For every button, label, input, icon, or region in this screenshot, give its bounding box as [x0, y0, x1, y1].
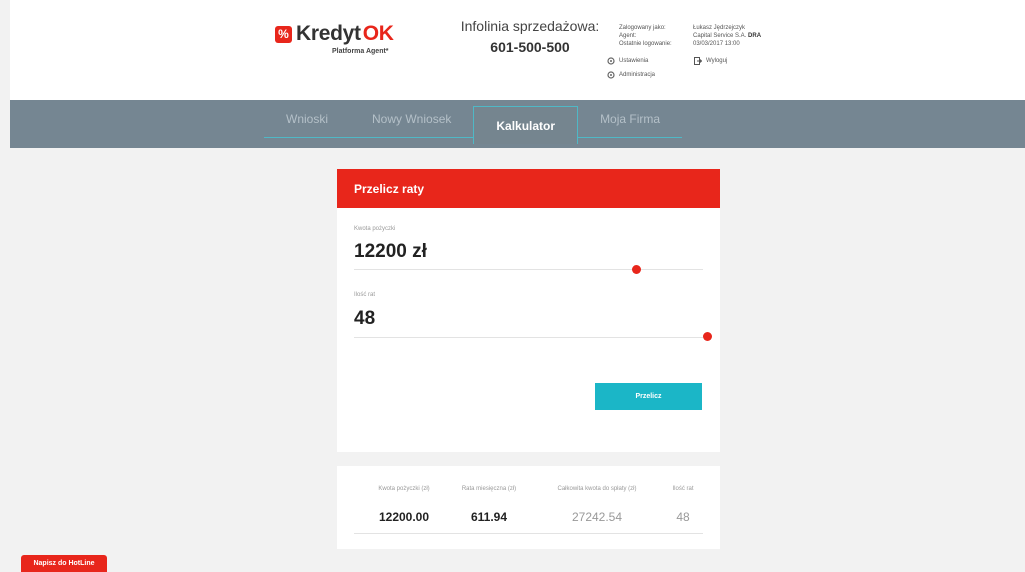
result-value: 12200.00	[378, 510, 430, 524]
installments-value: 48	[354, 308, 376, 329]
result-amount: Kwota pożyczki (zł) 12200.00	[354, 486, 454, 524]
admin-link[interactable]: Administracja	[607, 71, 655, 79]
logged-as-label: Zalogowany jako:	[619, 25, 666, 31]
result-header: Kwota pożyczki (zł)	[378, 486, 430, 492]
result-installments: Ilość rat 48	[659, 486, 707, 524]
divider	[354, 533, 703, 534]
sales-hotline: Infolinia sprzedażowa: 601-500-500	[450, 18, 610, 55]
results-card: Kwota pożyczki (zł) 12200.00 Rata miesię…	[337, 466, 720, 549]
settings-link[interactable]: Ustawienia	[607, 57, 655, 65]
hotline-label: Infolinia sprzedażowa:	[460, 18, 600, 34]
logo-subtitle: Platforma Agent*	[332, 48, 389, 55]
amount-label: Kwota pożyczki	[354, 226, 396, 232]
logged-as-value: Łukasz Jędrzejczyk	[693, 25, 746, 31]
user-links: Ustawienia Administracja	[607, 57, 655, 85]
result-monthly: Rata miesięczna (zł) 611.94	[444, 486, 534, 524]
last-login-value: 03/03/2017 13:00	[693, 41, 740, 47]
tab-wnioski[interactable]: Wnioski	[264, 100, 351, 138]
amount-slider-handle[interactable]	[632, 265, 641, 274]
logo[interactable]: % KredytOK Platforma Agent*	[275, 22, 394, 55]
amount-value: 12200 zł	[354, 241, 427, 262]
hotline-number: 601-500-500	[490, 39, 570, 55]
result-total: Całkowita kwota do spłaty (zł) 27242.54	[537, 486, 657, 524]
header: % KredytOK Platforma Agent* Infolinia sp…	[10, 0, 1025, 100]
result-value: 48	[676, 510, 690, 524]
percent-logo-icon: %	[275, 25, 292, 43]
logout-link[interactable]: Wyloguj	[694, 57, 727, 65]
installments-slider-track[interactable]	[354, 337, 703, 338]
main-nav: Wnioski Nowy Wniosek Kalkulator Moja Fir…	[10, 100, 1025, 148]
tab-nowy-wniosek[interactable]: Nowy Wniosek	[350, 100, 474, 138]
installments-label: Ilość rat	[354, 292, 376, 298]
result-header: Całkowita kwota do spłaty (zł)	[557, 486, 637, 492]
calculator-card: Przelicz raty Kwota pożyczki 12200 zł Il…	[337, 169, 720, 452]
last-login-label: Ostatnie logowanie:	[619, 41, 672, 47]
result-header: Rata miesięczna (zł)	[461, 486, 517, 492]
logout-icon	[694, 57, 702, 65]
agent-value: Capital Service S.A. DRA	[693, 33, 762, 39]
result-value: 611.94	[470, 510, 508, 524]
gear-icon	[607, 57, 615, 65]
user-info: Zalogowany jako: Łukasz Jędrzejczyk Agent…	[619, 24, 761, 48]
calculator-title: Przelicz raty	[337, 169, 720, 208]
tab-moja-firma[interactable]: Moja Firma	[578, 100, 683, 138]
logo-text: KredytOK	[296, 22, 394, 45]
installments-slider-handle[interactable]	[703, 332, 712, 341]
calculate-button[interactable]: Przelicz	[595, 383, 702, 410]
result-header: Ilość rat	[672, 486, 694, 492]
hotline-chat-button[interactable]: Napisz do HotLine	[21, 555, 107, 572]
amount-slider-track[interactable]	[354, 269, 703, 270]
agent-label: Agent:	[619, 33, 637, 39]
result-value: 27242.54	[571, 510, 623, 524]
tab-kalkulator[interactable]: Kalkulator	[473, 106, 579, 144]
gear-icon	[607, 71, 615, 79]
